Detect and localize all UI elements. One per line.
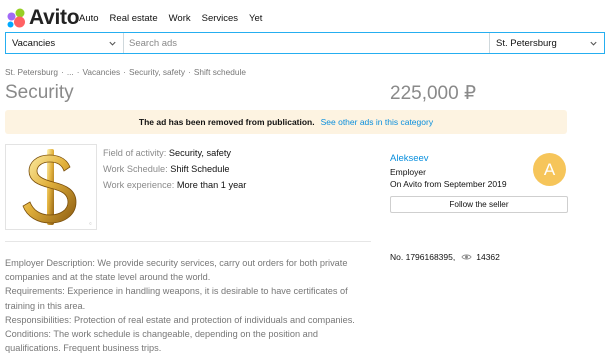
nav-more[interactable]: Yet (249, 13, 262, 24)
ad-number: No. 1796168395, (390, 252, 456, 262)
breadcrumb-separator: · (123, 67, 126, 77)
ad-meta: No. 1796168395, 14362 (390, 252, 500, 262)
param-row: Work Schedule: Shift Schedule (103, 161, 246, 177)
category-select-value: Vacancies (12, 37, 56, 49)
search-input[interactable] (124, 33, 489, 53)
description-paragraph: Requirements: Experience in handling wea… (5, 286, 348, 311)
top-navigation: Avito Auto Real estate Work Services Yet (0, 0, 605, 34)
category-select[interactable]: Vacancies (6, 33, 124, 53)
param-value: Security, safety (168, 148, 231, 158)
breadcrumb-vacancies[interactable]: Vacancies (83, 67, 121, 77)
breadcrumb-security[interactable]: Security, safety (129, 67, 185, 77)
ad-price: 225,000 ₽ (390, 83, 477, 104)
removed-notice-banner: The ad has been removed from publication… (5, 110, 567, 134)
divider (5, 241, 371, 242)
breadcrumb-city[interactable]: St. Petersburg (5, 67, 58, 77)
follow-seller-button[interactable]: Follow the seller (390, 196, 568, 213)
breadcrumb-separator: · (76, 67, 80, 77)
breadcrumb-ellipsis[interactable]: ... (67, 67, 74, 77)
avito-logo-icon (7, 8, 25, 28)
nav-auto[interactable]: Auto (79, 13, 99, 24)
logo-text: Avito (29, 6, 80, 29)
ad-description: Employer Description: We provide securit… (5, 256, 365, 355)
nav-services[interactable]: Services (202, 13, 238, 24)
chevron-down-icon (590, 41, 597, 46)
eye-icon (461, 254, 472, 260)
param-label: Field of activity: (103, 148, 167, 158)
breadcrumb: St. Petersburg · ... · Vacancies · Secur… (5, 67, 246, 77)
seller-card: Alekseev Employer On Avito from Septembe… (390, 153, 568, 189)
param-row: Work experience: More than 1 year (103, 177, 246, 193)
ad-photo[interactable]: © (5, 144, 97, 230)
param-value: Shift Schedule (170, 164, 230, 174)
dollar-sign-image (22, 149, 77, 225)
description-paragraph: Responsibilities: Protection of real est… (5, 314, 355, 325)
main-nav: Auto Real estate Work Services Yet (79, 13, 273, 24)
removed-notice-text: The ad has been removed from publication… (138, 117, 315, 127)
nav-work[interactable]: Work (169, 13, 191, 24)
param-label: Work Schedule: (103, 164, 168, 174)
nav-real-estate[interactable]: Real estate (110, 13, 158, 24)
param-row: Field of activity: Security, safety (103, 145, 246, 161)
avatar[interactable]: A (533, 153, 566, 186)
param-label: Work experience: (103, 180, 175, 190)
description-paragraph: Conditions: The work schedule is changea… (5, 329, 318, 354)
description-paragraph: Employer Description: We provide securit… (5, 258, 348, 283)
page-title: Security (5, 82, 74, 103)
chevron-down-icon (109, 41, 116, 46)
other-ads-link[interactable]: See other ads in this category (321, 117, 433, 127)
view-count: 14362 (476, 252, 500, 262)
breadcrumb-shift[interactable]: Shift schedule (194, 67, 246, 77)
search-bar: Vacancies St. Petersburg (5, 32, 605, 54)
param-value: More than 1 year (176, 180, 247, 190)
city-select-value: St. Petersburg (496, 37, 557, 49)
breadcrumb-separator: · (188, 67, 191, 77)
ad-params: Field of activity: Security, safety Work… (103, 145, 246, 193)
avito-logo[interactable]: Avito (6, 6, 80, 30)
image-watermark: © (89, 221, 92, 226)
breadcrumb-separator: · (61, 67, 64, 77)
city-select[interactable]: St. Petersburg (489, 33, 604, 53)
